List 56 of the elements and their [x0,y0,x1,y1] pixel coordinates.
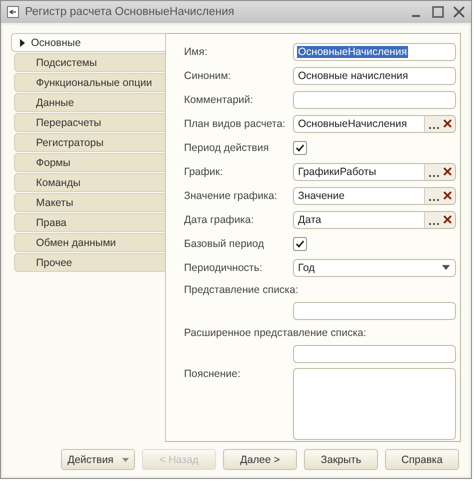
input-field[interactable]: ОсновныеНачисления [293,42,456,60]
dialog-button[interactable]: Закрыть [304,449,378,470]
dropdown-arrow-icon [122,458,128,462]
field-label: Периодичность: [184,262,264,274]
tab[interactable]: Макеты [14,193,165,212]
field-label: Период действия [184,142,270,154]
maximize-icon[interactable] [432,6,444,18]
field-label: Имя: [184,46,208,58]
more-icon[interactable] [428,222,440,226]
tab[interactable]: Подсистемы [14,53,165,72]
input-field[interactable] [293,302,456,320]
field-label: Синоним: [184,70,232,82]
field-label: Значение графика: [184,190,278,202]
tab[interactable]: Формы [14,153,165,172]
field-label: План видов расчета: [184,118,286,130]
tab[interactable]: Функциональные опции [14,73,165,92]
choice-field[interactable]: ГрафикиРаботы [293,162,456,180]
input-field[interactable] [293,344,456,362]
field-label: Пояснение: [184,368,242,380]
field-label: Базовый период [184,238,266,250]
tab[interactable]: Обмен данными [14,233,165,252]
clear-icon[interactable] [443,215,452,224]
dropdown-field[interactable]: Год [293,258,456,276]
input-field[interactable] [293,90,456,108]
tab[interactable]: Регистраторы [14,133,165,152]
checkbox[interactable] [293,236,307,250]
close-icon[interactable] [453,6,465,18]
choice-field[interactable]: Дата [293,210,456,228]
field-label: Расширенное представление списка: [184,327,368,339]
dropdown-arrow-icon[interactable] [442,265,450,270]
tab[interactable]: Данные [14,93,165,112]
dialog-button[interactable]: Далее > [223,449,297,470]
more-icon[interactable] [428,198,440,202]
field-label: График: [184,166,224,178]
tab[interactable]: Перерасчеты [14,113,165,132]
tab[interactable]: Права [14,213,165,232]
pointer-icon [20,38,25,46]
tab[interactable]: Прочее [14,253,165,272]
field-label: Представление списка: [184,284,300,296]
dialog-button[interactable]: Справка [385,449,459,470]
tab[interactable]: Основные [11,33,165,52]
input-field[interactable]: Основные начисления [293,66,456,84]
choice-field[interactable]: Значение [293,186,456,204]
window-title: Регистр расчета ОсновныеНачисления [25,6,236,18]
checkbox[interactable] [293,140,307,154]
tab[interactable]: Команды [14,173,165,192]
dialog-button[interactable]: Действия [61,449,135,470]
more-icon[interactable] [428,174,440,178]
choice-field[interactable]: ОсновныеНачисления [293,114,456,132]
field-label: Комментарий: [184,94,254,106]
clear-icon[interactable] [443,167,452,176]
clear-icon[interactable] [443,119,452,128]
field-label: Дата графика: [184,214,255,226]
more-icon[interactable] [428,126,440,130]
app-icon [7,6,19,18]
clear-icon[interactable] [443,191,452,200]
